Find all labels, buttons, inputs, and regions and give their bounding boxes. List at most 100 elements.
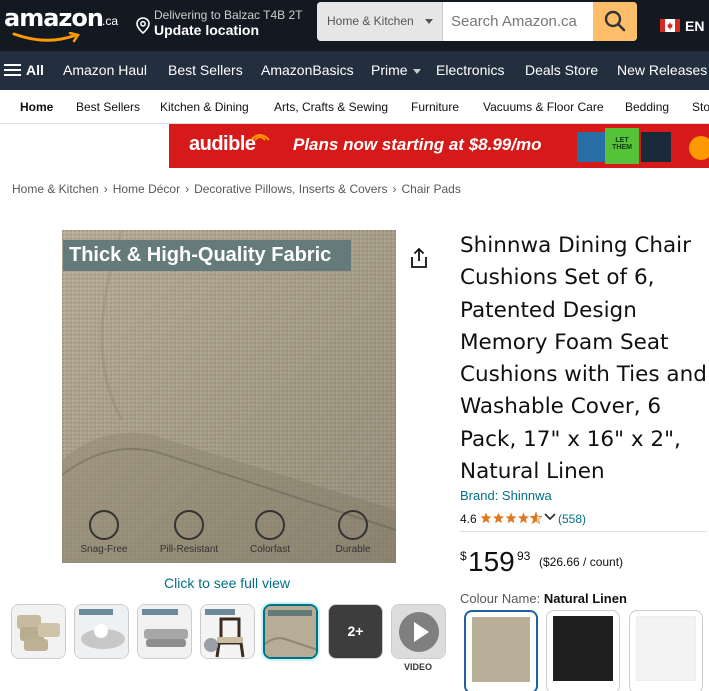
thumbnail-image	[201, 605, 254, 658]
pill-resistant-icon	[174, 510, 204, 540]
chevron-down-icon	[425, 19, 433, 24]
thumbnail-4[interactable]	[200, 604, 255, 659]
star-icon	[518, 512, 529, 524]
colour-value: Natural Linen	[543, 591, 627, 606]
thumbnail-3[interactable]	[137, 604, 192, 659]
colour-swatch-natural-linen[interactable]	[464, 610, 538, 691]
feature-label: Pill-Resistant	[159, 544, 219, 555]
feature-colorfast: Colorfast	[234, 510, 306, 555]
all-menu-label: All	[26, 62, 44, 78]
star-rating-icons[interactable]	[480, 512, 542, 524]
rating-count-link[interactable]: (558)	[558, 512, 586, 526]
colorfast-icon	[255, 510, 285, 540]
colour-swatch-black[interactable]	[546, 610, 620, 691]
feature-label: Colorfast	[249, 544, 290, 555]
update-location-label: Update location	[154, 22, 260, 38]
search-category-dropdown[interactable]: Home & Kitchen	[317, 2, 443, 41]
search-bar: Home & Kitchen	[317, 2, 637, 41]
breadcrumb-link[interactable]: Home & Kitchen	[12, 182, 99, 196]
share-icon[interactable]	[409, 247, 429, 269]
subnav-kitchen-dining[interactable]: Kitchen & Dining	[160, 90, 249, 123]
video-label: VIDEO	[404, 662, 433, 672]
search-icon	[604, 10, 626, 32]
price-per-unit: ($26.66 / count)	[539, 555, 624, 569]
language-label: EN	[685, 18, 705, 34]
colour-swatch-white[interactable]	[629, 610, 703, 691]
feature-durable: Durable	[317, 510, 389, 555]
audible-logo: audible	[189, 133, 256, 155]
see-full-view-link[interactable]: Click to see full view	[164, 575, 290, 591]
breadcrumb-link[interactable]: Decorative Pillows, Inserts & Covers	[194, 182, 387, 196]
brand-link[interactable]: Brand: Shinnwa	[460, 488, 552, 503]
search-button[interactable]	[593, 2, 637, 41]
star-icon	[480, 512, 492, 524]
audible-badge	[689, 136, 709, 160]
subnav-furniture[interactable]: Furniture	[411, 90, 459, 123]
rating-value: 4.6	[460, 512, 477, 526]
subnav-home[interactable]: Home	[20, 90, 53, 123]
price-fraction: 93	[517, 549, 531, 563]
feature-label: Durable	[335, 544, 371, 555]
main-product-image[interactable]: Thick & High-Quality Fabric Snag-Free Pi…	[62, 230, 396, 563]
subnav-arts-crafts[interactable]: Arts, Crafts & Sewing	[274, 90, 388, 123]
star-icon	[493, 512, 504, 524]
book-cover-3	[641, 132, 671, 162]
chevron-down-icon[interactable]	[544, 513, 556, 521]
thumbnail-1[interactable]	[11, 604, 66, 659]
smile-arrow-icon	[12, 32, 81, 43]
thumbnail-2[interactable]	[74, 604, 129, 659]
chevron-down-icon	[412, 68, 421, 74]
image-caption-banner: Thick & High-Quality Fabric	[63, 240, 351, 271]
nav-amazonbasics[interactable]: AmazonBasics	[261, 51, 354, 90]
thumbnail-image	[265, 606, 316, 657]
star-icon	[505, 512, 517, 524]
more-images-count: 2+	[347, 623, 364, 639]
feature-snag-free: Snag-Free	[68, 510, 140, 555]
breadcrumb-link[interactable]: Home Décor	[113, 182, 180, 196]
nav-new-releases[interactable]: New Releases	[617, 51, 707, 90]
video-preview-image	[392, 605, 445, 658]
nav-amazon-haul[interactable]: Amazon Haul	[63, 51, 147, 90]
nav-prime[interactable]: Prime	[371, 51, 421, 90]
thumbnail-image	[12, 605, 65, 658]
category-subnav: Home Best Sellers Kitchen & Dining Arts,…	[0, 90, 709, 124]
logo-domain: .ca	[102, 14, 119, 28]
audible-waves-icon	[250, 134, 270, 141]
audible-offer-text: Plans now starting at $8.99/mo	[293, 135, 542, 154]
more-images-button[interactable]: 2+	[328, 604, 383, 659]
main-nav: All Amazon Haul Best Sellers AmazonBasic…	[0, 51, 709, 90]
logo-wordmark: amazon	[4, 4, 104, 32]
thumbnail-image	[138, 605, 191, 658]
amazon-logo[interactable]: amazon .ca	[4, 4, 124, 46]
nav-electronics[interactable]: Electronics	[436, 51, 504, 90]
subnav-vacuums[interactable]: Vacuums & Floor Care	[483, 90, 604, 123]
top-header: amazon .ca Delivering to Balzac T4B 2T U…	[0, 0, 709, 51]
location-pin-icon	[136, 17, 150, 34]
product-title: Shinnwa Dining Chair Cushions Set of 6, …	[460, 233, 707, 485]
subnav-bedding[interactable]: Bedding	[625, 90, 669, 123]
hamburger-icon	[4, 64, 21, 77]
swatch-image	[472, 617, 530, 682]
subnav-best-sellers[interactable]: Best Sellers	[76, 90, 140, 123]
search-category-label: Home & Kitchen	[327, 14, 414, 28]
breadcrumb-link[interactable]: Chair Pads	[401, 182, 460, 196]
nav-best-sellers[interactable]: Best Sellers	[168, 51, 243, 90]
book-cover-1	[577, 132, 607, 162]
durable-icon	[338, 510, 368, 540]
search-input[interactable]	[443, 2, 593, 41]
nav-deals-store[interactable]: Deals Store	[525, 51, 598, 90]
nav-prime-label: Prime	[371, 62, 408, 78]
audible-ad-banner[interactable]: audible Plans now starting at $8.99/mo L…	[169, 124, 709, 168]
divider	[460, 531, 706, 532]
book-cover-2: LET THEM	[605, 128, 639, 164]
price-symbol: $	[460, 549, 467, 563]
book-cover-title: LET THEM	[612, 137, 632, 151]
location-line1: Delivering to Balzac T4B 2T	[154, 8, 303, 22]
thumbnail-5-selected[interactable]	[263, 604, 318, 659]
subnav-more[interactable]: Sto	[692, 90, 709, 123]
colour-label: Colour Name:	[460, 591, 541, 606]
video-thumbnail[interactable]	[391, 604, 446, 659]
delivery-location[interactable]: Delivering to Balzac T4B 2T Update locat…	[134, 6, 304, 44]
feature-pill-resistant: Pill-Resistant	[153, 510, 225, 555]
swatch-image	[553, 616, 613, 681]
